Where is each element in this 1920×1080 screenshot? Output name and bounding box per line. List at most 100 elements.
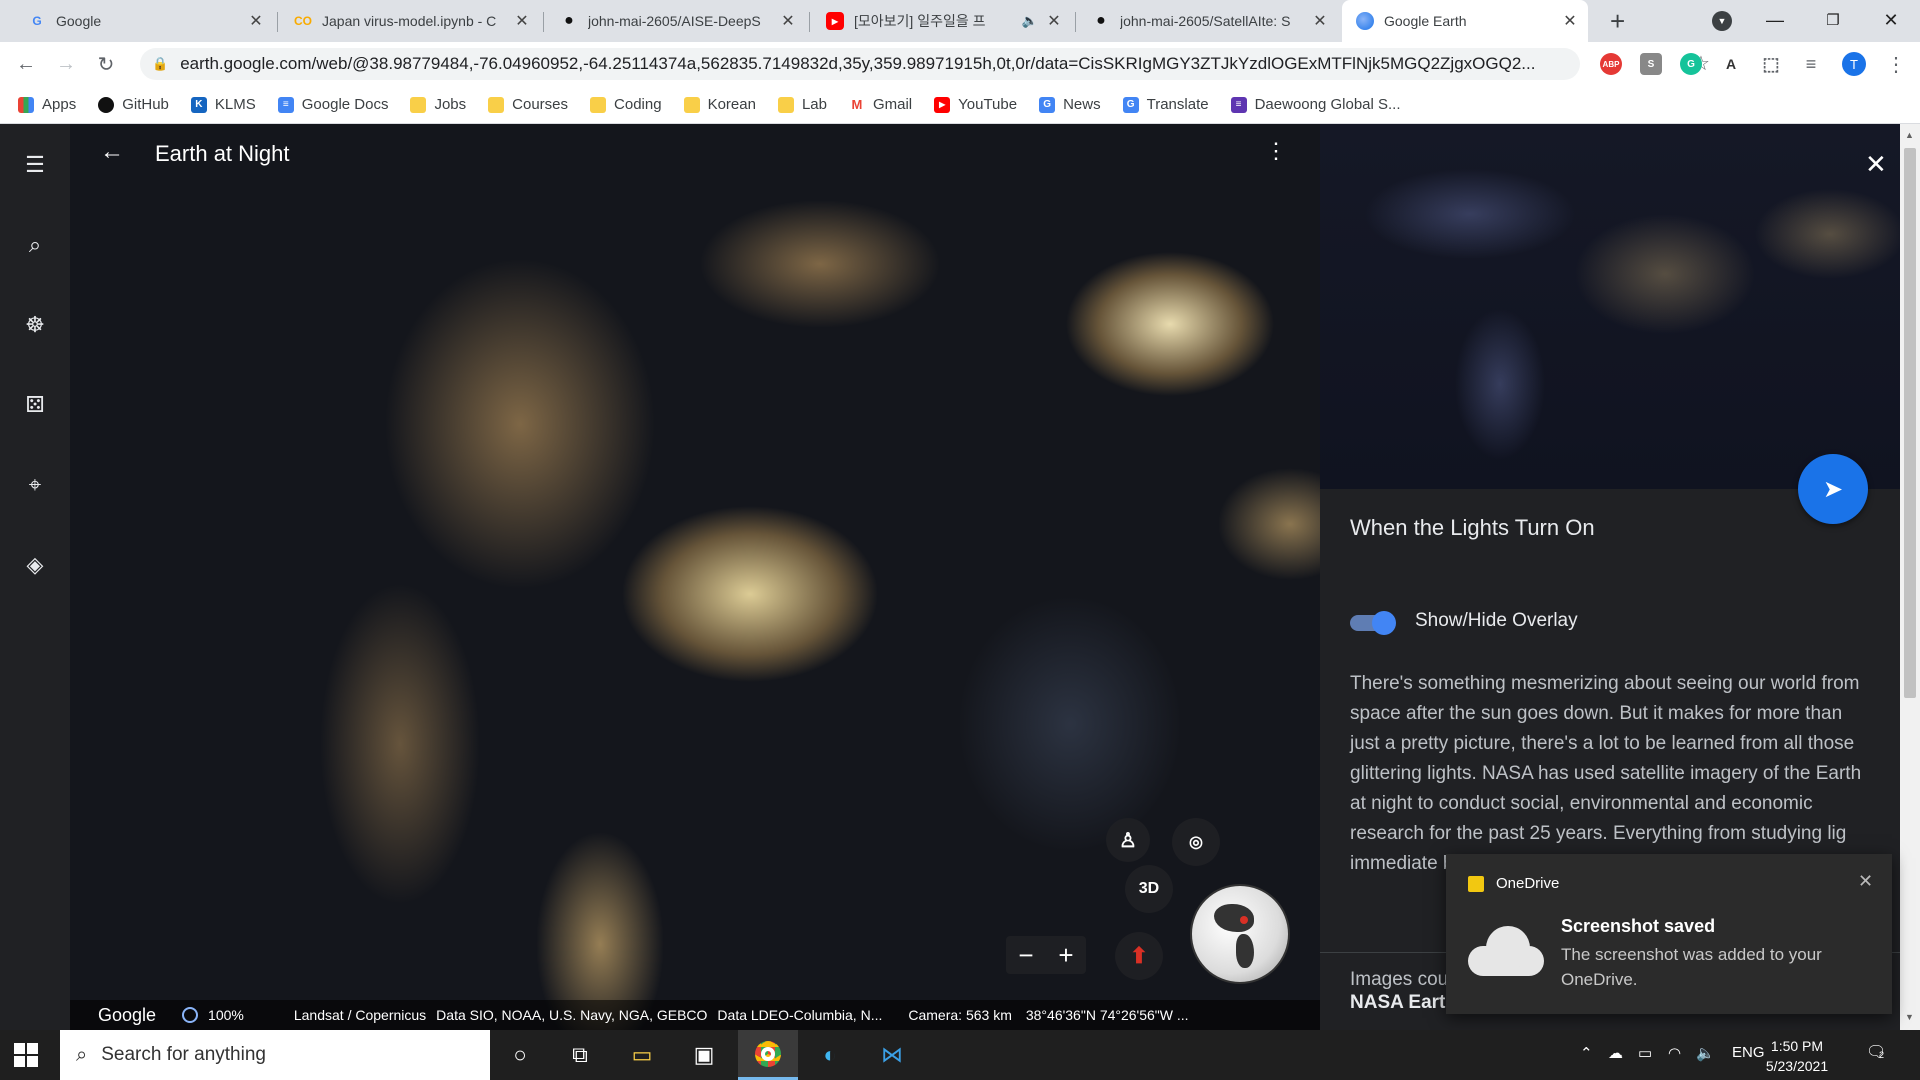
bookmark-folder-courses[interactable]: Courses (488, 96, 568, 113)
bookmark-google-docs[interactable]: ≡ Google Docs (277, 96, 388, 113)
media-playlist-icon[interactable]: ≡ (1800, 53, 1822, 75)
system-clock[interactable]: 1:50 PM 5/23/2021 (1752, 1036, 1842, 1076)
attribution-source[interactable]: Data LDEO-Columbia, N... (717, 1007, 882, 1023)
compass-icon[interactable]: ⬆ (1115, 932, 1163, 980)
browser-tab[interactable]: CO Japan virus-model.ipynb - C ✕ (280, 0, 540, 42)
night-lights-map[interactable]: ← Earth at Night ⋮ ◎ ♙ 3D − + ⬆ (70, 124, 1320, 1030)
action-center-icon[interactable]: 🗨 2 (1866, 1042, 1892, 1066)
youtube-icon: ▶ (934, 96, 951, 113)
search-icon[interactable]: ⌕ (20, 230, 50, 260)
bookmark-daewoong[interactable]: ≡ Daewoong Global S... (1230, 96, 1401, 113)
vscode-icon[interactable]: ⋈ (862, 1030, 922, 1080)
3d-toggle-button[interactable]: 3D (1125, 865, 1173, 913)
battery-icon[interactable]: ▭ (1638, 1044, 1652, 1062)
windows-start-icon[interactable] (14, 1043, 38, 1067)
extension-s-icon[interactable]: S (1640, 53, 1662, 75)
bookmark-label: Translate (1146, 96, 1209, 113)
feeling-lucky-dice-icon[interactable]: ⚄ (20, 390, 50, 420)
map-style-layers-icon[interactable]: ◈ (20, 550, 50, 580)
speaker-icon[interactable]: 🔈 (1022, 13, 1038, 29)
close-tab-icon[interactable]: ✕ (780, 11, 796, 31)
panel-scrollbar[interactable]: ▲ ▼ (1900, 124, 1920, 1030)
volume-icon[interactable]: 🔈 (1696, 1044, 1715, 1062)
bookmark-news[interactable]: G News (1039, 96, 1101, 113)
zoom-out-button[interactable]: − (1018, 940, 1033, 971)
profile-avatar[interactable]: T (1842, 52, 1866, 76)
url-text: earth.google.com/web/@38.98779484,-76.04… (180, 54, 1536, 73)
browser-tab-active[interactable]: Google Earth ✕ (1342, 0, 1588, 42)
overlay-toggle[interactable] (1350, 611, 1396, 635)
bookmark-gmail[interactable]: M Gmail (848, 96, 912, 113)
attribution-source[interactable]: Landsat / Copernicus (294, 1007, 426, 1023)
projects-pin-icon[interactable]: ⌖ (20, 470, 50, 500)
minimize-icon[interactable]: — (1752, 6, 1798, 34)
globe-landmass (1236, 934, 1254, 968)
more-options-icon[interactable]: ⋮ (1265, 138, 1287, 164)
adblock-icon[interactable]: ABP (1600, 53, 1622, 75)
bookmark-github[interactable]: GitHub (98, 96, 169, 113)
tab-search-icon[interactable]: ▼ (1712, 11, 1732, 31)
folder-icon (683, 96, 700, 113)
bookmark-translate[interactable]: G Translate (1122, 96, 1209, 113)
image-credits-label: Images cou (1350, 969, 1449, 990)
back-arrow-icon[interactable]: ← (14, 52, 38, 76)
reload-icon[interactable]: ↻ (94, 52, 118, 76)
bookmark-youtube[interactable]: ▶ YouTube (934, 96, 1017, 113)
onedrive-notification[interactable]: OneDrive ✕ Screenshot saved The screensh… (1446, 854, 1892, 1014)
mini-globe[interactable] (1190, 884, 1290, 984)
edge-icon[interactable]: ◐ (800, 1030, 860, 1080)
zoom-control: − + (1006, 936, 1086, 974)
show-hidden-icons-chevron[interactable]: ⌃ (1580, 1044, 1593, 1062)
restore-icon[interactable]: ❐ (1810, 6, 1856, 34)
chrome-logo (755, 1040, 781, 1067)
bookmark-folder-coding[interactable]: Coding (590, 96, 662, 113)
grammarly-icon[interactable]: G (1680, 53, 1702, 75)
taskbar-search-box[interactable]: ⌕ Search for anything (60, 1030, 490, 1080)
close-tab-icon[interactable]: ✕ (1046, 11, 1062, 31)
bookmark-folder-korean[interactable]: Korean (683, 96, 756, 113)
close-tab-icon[interactable]: ✕ (514, 11, 530, 31)
toast-app-name: OneDrive (1496, 875, 1560, 892)
attribution-source[interactable]: Data SIO, NOAA, U.S. Navy, NGA, GEBCO (436, 1007, 707, 1023)
close-tab-icon[interactable]: ✕ (1312, 11, 1328, 31)
back-arrow-icon[interactable]: ← (100, 138, 124, 166)
earth-side-rail: ☰ ⌕ ☸ ⚄ ⌖ ◈ (0, 124, 70, 1030)
bookmark-klms[interactable]: K KLMS (190, 96, 256, 113)
close-tab-icon[interactable]: ✕ (1562, 11, 1578, 31)
task-view-icon[interactable]: ⧉ (550, 1030, 610, 1080)
bookmark-apps[interactable]: Apps (18, 96, 76, 113)
close-icon[interactable]: ✕ (1858, 871, 1873, 892)
cortana-icon[interactable]: ○ (490, 1030, 550, 1080)
bookmark-folder-lab[interactable]: Lab (777, 96, 827, 113)
file-explorer-icon[interactable]: ▭ (612, 1030, 672, 1080)
share-send-icon[interactable]: ➤ (1798, 454, 1868, 524)
hamburger-menu-icon[interactable]: ☰ (20, 150, 50, 180)
browser-tab[interactable]: ▶ [모아보기] 일주일을 프 🔈 ✕ (812, 0, 1072, 42)
browser-tab[interactable]: ● john-mai-2605/SatellAIte: S ✕ (1078, 0, 1338, 42)
browser-tab[interactable]: G Google ✕ (14, 0, 274, 42)
extension-a-icon[interactable]: A (1720, 53, 1742, 75)
window-close-icon[interactable]: ✕ (1868, 6, 1914, 34)
forward-arrow-icon[interactable]: → (54, 52, 78, 76)
bookmark-folder-jobs[interactable]: Jobs (410, 96, 466, 113)
chrome-icon[interactable] (738, 1030, 798, 1080)
browser-tab[interactable]: ● john-mai-2605/AISE-DeepS ✕ (546, 0, 806, 42)
my-location-icon[interactable]: ◎ (1172, 818, 1220, 866)
onedrive-tray-icon[interactable]: ☁ (1608, 1044, 1623, 1062)
chrome-menu-icon[interactable]: ⋮ (1886, 52, 1906, 77)
new-tab-icon[interactable]: + (1610, 8, 1625, 34)
search-icon: ⌕ (76, 1043, 88, 1066)
close-tab-icon[interactable]: ✕ (248, 11, 264, 31)
pegman-icon[interactable]: ♙ (1106, 818, 1150, 862)
scrollbar-thumb[interactable] (1904, 148, 1916, 698)
address-bar[interactable]: 🔒 earth.google.com/web/@38.98779484,-76.… (140, 48, 1710, 80)
wifi-icon[interactable]: ◠ (1668, 1044, 1681, 1062)
extensions-puzzle-icon[interactable]: ⬚ (1760, 53, 1782, 75)
microsoft-store-icon[interactable]: ▣ (674, 1030, 734, 1080)
scroll-up-icon[interactable]: ▲ (1905, 130, 1914, 140)
close-icon[interactable]: ✕ (1865, 149, 1887, 180)
voyager-wheel-icon[interactable]: ☸ (20, 310, 50, 340)
zoom-in-button[interactable]: + (1058, 940, 1073, 971)
bookmark-label: Apps (42, 96, 77, 113)
scroll-down-icon[interactable]: ▼ (1905, 1012, 1914, 1022)
